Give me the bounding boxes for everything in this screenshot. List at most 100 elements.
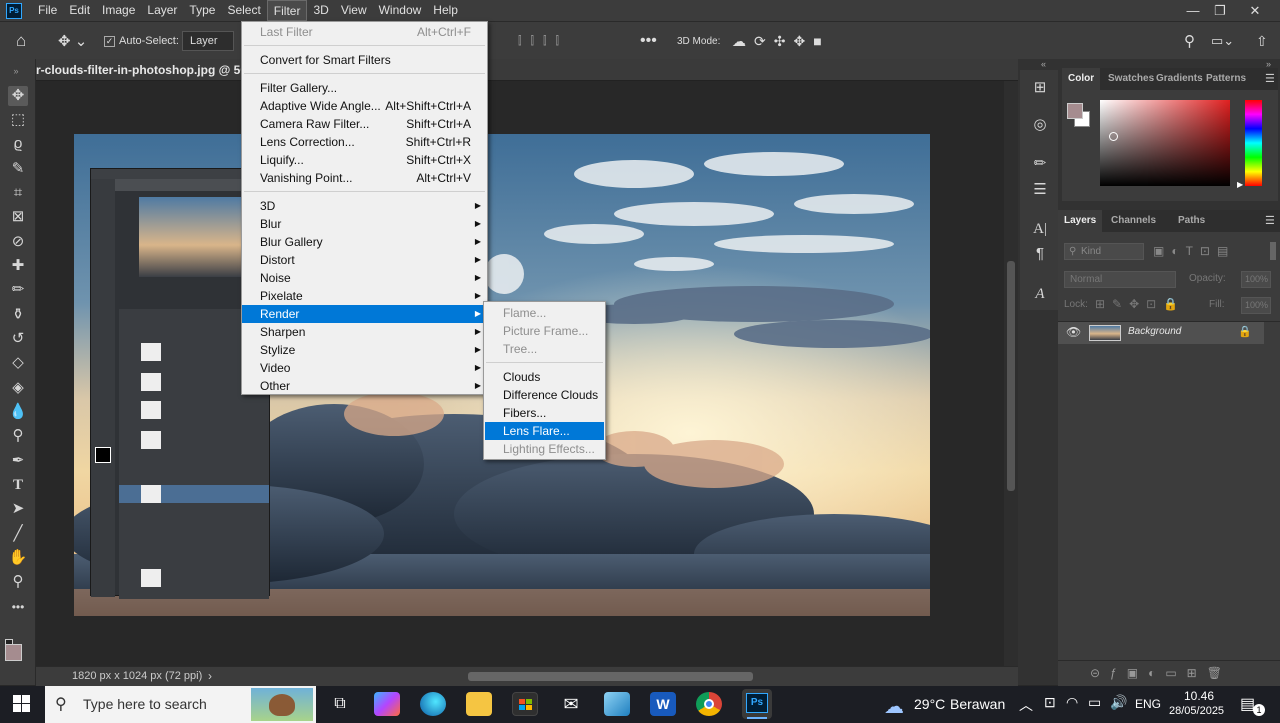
menu-item-video[interactable]: Video ▶: [242, 359, 487, 377]
menu-item-pixelate[interactable]: Pixelate ▶: [242, 287, 487, 305]
word-icon[interactable]: W: [650, 692, 676, 716]
menu-item-3d[interactable]: 3D ▶: [242, 197, 487, 215]
menu-item-flame[interactable]: Flame...: [485, 304, 604, 322]
menu-file[interactable]: File: [32, 0, 63, 21]
blur-tool-icon[interactable]: 💧: [8, 402, 28, 422]
paragraph-panel-icon[interactable]: ¶: [1030, 244, 1050, 264]
more-options-icon[interactable]: •••: [640, 22, 657, 60]
search-icon[interactable]: ⚲: [1184, 22, 1195, 60]
line-tool-icon[interactable]: ╱: [8, 524, 28, 544]
menu-item-other[interactable]: Other ▶: [242, 377, 487, 395]
menu-item-liquify[interactable]: Liquify... Shift+Ctrl+X: [242, 151, 487, 169]
lock-icons[interactable]: ⊞✎✥⊡🔒: [1095, 297, 1185, 311]
foreground-color-swatch[interactable]: [5, 644, 22, 661]
hand-tool-icon[interactable]: ✋: [8, 548, 28, 568]
home-icon[interactable]: ⌂: [16, 22, 26, 60]
collapse-toolbar-icon[interactable]: »: [6, 61, 26, 81]
edit-toolbar-icon[interactable]: •••: [8, 597, 28, 617]
marquee-tool-icon[interactable]: ⬚: [8, 110, 28, 130]
character-panel-icon[interactable]: A|: [1030, 219, 1050, 239]
menu-edit[interactable]: Edit: [63, 0, 96, 21]
layer-footer-icons[interactable]: ⊝ƒ▣◐▭⊞🗑: [1090, 666, 1232, 680]
close-button[interactable]: ✕: [1240, 0, 1270, 21]
history-brush-tool-icon[interactable]: ↺: [8, 329, 28, 349]
document-tab[interactable]: r-clouds-filter-in-photoshop.jpg @ 50% (…: [36, 59, 1018, 81]
status-arrow-icon[interactable]: ›: [208, 669, 212, 683]
tray-icon[interactable]: ◠: [1066, 694, 1078, 711]
eyedropper-tool-icon[interactable]: ⊘: [8, 232, 28, 252]
path-selection-tool-icon[interactable]: ➤: [8, 499, 28, 519]
menu-item-noise[interactable]: Noise ▶: [242, 269, 487, 287]
menu-image[interactable]: Image: [96, 0, 141, 21]
adjustments-icon[interactable]: ☰: [1030, 180, 1050, 200]
color-field[interactable]: [1100, 100, 1230, 186]
language-indicator[interactable]: ENG: [1135, 697, 1161, 711]
type-tool-icon[interactable]: T: [8, 475, 28, 495]
menu-window[interactable]: Window: [373, 0, 428, 21]
color-picker-marker[interactable]: [1109, 132, 1118, 141]
lasso-tool-icon[interactable]: ϱ: [8, 134, 28, 154]
workspace-icon[interactable]: ▭⌄: [1211, 22, 1234, 60]
libraries-panel-icon[interactable]: ◎: [1030, 115, 1050, 135]
clone-stamp-tool-icon[interactable]: ⚱: [8, 305, 28, 325]
fill-field[interactable]: 100%: [1241, 297, 1271, 314]
system-tray-app-icon[interactable]: ⊡: [1044, 694, 1056, 711]
menu-item-clouds[interactable]: Clouds: [485, 368, 604, 386]
layers-panel-menu-icon[interactable]: ☰: [1265, 214, 1275, 227]
auto-select-dropdown[interactable]: Layer: [182, 22, 234, 60]
paint-bucket-tool-icon[interactable]: ◈: [8, 378, 28, 398]
chrome-icon[interactable]: [696, 692, 722, 716]
color-panel-foreground[interactable]: [1067, 103, 1083, 119]
collapse-icon-strip[interactable]: «: [1041, 59, 1046, 69]
frame-tool-icon[interactable]: ⊠: [8, 207, 28, 227]
layer-name[interactable]: Background: [1128, 326, 1181, 337]
quick-select-tool-icon[interactable]: ✎: [8, 159, 28, 179]
tab-layers[interactable]: Layers: [1058, 210, 1103, 232]
edge-browser-icon[interactable]: [420, 692, 446, 716]
menu-item-adaptive-wide-angle[interactable]: Adaptive Wide Angle... Alt+Shift+Ctrl+A: [242, 97, 487, 115]
microsoft-store-icon[interactable]: [512, 692, 538, 716]
menu-item-tree[interactable]: Tree...: [485, 340, 604, 358]
menu-item-lens-flare[interactable]: Lens Flare...: [485, 422, 604, 440]
menu-item-picture-frame[interactable]: Picture Frame...: [485, 322, 604, 340]
share-icon[interactable]: ⇧: [1256, 22, 1268, 60]
clock-date[interactable]: 28/05/2025: [1169, 705, 1224, 717]
menu-item-fibers[interactable]: Fibers...: [485, 404, 604, 422]
photoshop-taskbar-button[interactable]: Ps: [742, 689, 772, 719]
menu-select[interactable]: Select: [221, 0, 266, 21]
zoom-tool-icon[interactable]: ⚲: [8, 572, 28, 592]
hue-slider[interactable]: [1245, 100, 1262, 186]
blend-mode-dropdown[interactable]: Normal: [1064, 271, 1176, 288]
volume-icon[interactable]: 🔊: [1110, 694, 1127, 711]
menu-item-lighting-effects[interactable]: Lighting Effects...: [485, 440, 604, 458]
weather-cloud-icon[interactable]: ☁: [884, 694, 904, 719]
color-panel-menu-icon[interactable]: ☰: [1265, 72, 1275, 85]
taskbar-search-box[interactable]: ⚲ Type here to search: [45, 686, 316, 723]
menu-help[interactable]: Help: [427, 0, 464, 21]
menu-item-vanishing-point[interactable]: Vanishing Point... Alt+Ctrl+V: [242, 169, 487, 187]
menu-item-lens-correction[interactable]: Lens Correction... Shift+Ctrl+R: [242, 133, 487, 151]
menu-type[interactable]: Type: [183, 0, 221, 21]
healing-brush-tool-icon[interactable]: ✚: [8, 256, 28, 276]
auto-select-checkbox[interactable]: ✓ Auto-Select:: [104, 22, 179, 60]
task-view-icon[interactable]: ⧉: [327, 692, 353, 716]
layer-filter-icons[interactable]: ▣◐T⊡▤: [1153, 244, 1235, 258]
restore-button[interactable]: ❐: [1205, 0, 1235, 21]
menu-item-camera-raw-filter[interactable]: Camera Raw Filter... Shift+Ctrl+A: [242, 115, 487, 133]
menu-item-stylize[interactable]: Stylize ▶: [242, 341, 487, 359]
3d-mode-icons[interactable]: ☁⟳✣✥■: [732, 22, 830, 60]
copilot-icon[interactable]: [374, 692, 400, 716]
history-panel-icon[interactable]: ⊞: [1030, 78, 1050, 98]
canvas-horizontal-scrollbar[interactable]: [468, 672, 753, 681]
glyphs-panel-icon[interactable]: A: [1030, 284, 1050, 304]
filter-toggle[interactable]: [1270, 242, 1276, 260]
hue-slider-marker[interactable]: ▶: [1237, 180, 1243, 189]
brush-tool-icon[interactable]: ✏: [8, 280, 28, 300]
tab-channels[interactable]: Channels: [1105, 210, 1162, 232]
clock-time[interactable]: 10.46: [1184, 689, 1214, 703]
opacity-field[interactable]: 100%: [1241, 271, 1271, 288]
layer-kind-filter[interactable]: ⚲ Kind: [1064, 243, 1144, 260]
weather-temperature[interactable]: 29°C: [914, 696, 945, 712]
file-explorer-icon[interactable]: [466, 692, 492, 716]
tab-patterns[interactable]: Patterns: [1200, 68, 1252, 90]
